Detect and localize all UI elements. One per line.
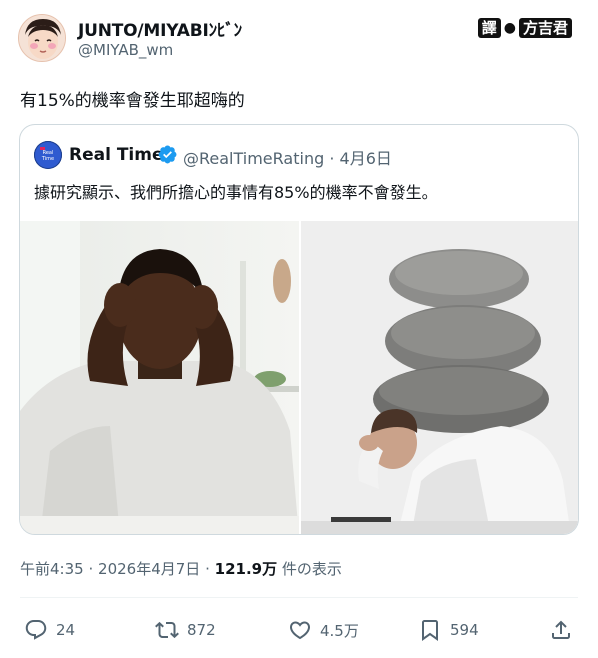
share-icon bbox=[552, 620, 570, 639]
quoted-tweet-card[interactable]: Real Time Real Time @RealTimeRating · 4月… bbox=[19, 124, 579, 535]
quoted-tweet-text: 據研究顯示、我們所擔心的事情有85%的機率不會發生。 bbox=[34, 183, 438, 202]
media-photo-stressed-man[interactable] bbox=[20, 221, 299, 534]
author-handle[interactable]: @MIYAB_wm bbox=[78, 41, 173, 59]
quoted-meta: @RealTimeRating · 4月6日 bbox=[183, 145, 392, 169]
tweet-time[interactable]: 午前4:35 bbox=[20, 560, 84, 578]
bookmark-button[interactable]: 594 bbox=[418, 612, 479, 648]
author-avatar[interactable] bbox=[18, 14, 66, 62]
verified-badge-icon bbox=[158, 145, 177, 164]
reply-button[interactable]: 24 bbox=[24, 612, 75, 648]
logo-text-time: Time bbox=[41, 156, 54, 162]
view-count-label: 件の表示 bbox=[281, 560, 342, 578]
quoted-separator: · bbox=[329, 149, 335, 168]
quoted-author-handle[interactable]: @RealTimeRating bbox=[183, 149, 324, 168]
stones-man-image bbox=[301, 221, 578, 534]
like-count: 4.5万 bbox=[320, 621, 359, 640]
tweet-text: 有15%的機率會發生耶超嗨的 bbox=[20, 91, 245, 111]
bookmark-count: 594 bbox=[450, 621, 479, 639]
avatar-face-icon bbox=[19, 15, 65, 61]
realtime-logo-icon: Real Time bbox=[34, 141, 62, 169]
like-button[interactable]: 4.5万 bbox=[288, 612, 359, 648]
meta-separator-2: · bbox=[205, 560, 210, 578]
retweet-count: 872 bbox=[187, 621, 216, 639]
bookmark-icon bbox=[422, 620, 438, 641]
tweet-meta: 午前4:35 · 2026年4月7日 · 121.9万 件の表示 bbox=[20, 558, 342, 579]
quoted-author-avatar[interactable]: Real Time bbox=[34, 141, 62, 169]
translator-watermark: 譯 ● 方吉君 bbox=[477, 18, 572, 38]
share-button[interactable] bbox=[549, 612, 573, 648]
quoted-author-name[interactable]: Real Time bbox=[69, 145, 164, 165]
reply-icon bbox=[25, 620, 47, 640]
watermark-right: 方吉君 bbox=[518, 18, 572, 38]
reply-count: 24 bbox=[56, 621, 76, 639]
quoted-date[interactable]: 4月6日 bbox=[340, 149, 392, 168]
tweet-date[interactable]: 2026年4月7日 bbox=[98, 560, 200, 578]
retweet-icon bbox=[155, 621, 179, 639]
watermark-left: 譯 bbox=[477, 18, 501, 38]
media-photo-stones-man[interactable] bbox=[301, 221, 578, 534]
watermark-separator: ● bbox=[503, 20, 516, 36]
view-count[interactable]: 121.9万 bbox=[215, 560, 277, 578]
meta-separator: · bbox=[88, 560, 94, 578]
action-bar: 24 872 4.5万 594 bbox=[0, 612, 598, 648]
divider bbox=[20, 597, 578, 598]
tweet-page: JUNTO/MIYABIﾝﾋﾞﾝ @MIYAB_wm 譯 ● 方吉君 有15%的… bbox=[0, 0, 598, 658]
stressed-man-image bbox=[20, 221, 299, 534]
heart-icon bbox=[289, 621, 311, 640]
quoted-media bbox=[20, 221, 578, 534]
author-name[interactable]: JUNTO/MIYABIﾝﾋﾞﾝ bbox=[78, 16, 242, 41]
retweet-button[interactable]: 872 bbox=[155, 612, 216, 648]
